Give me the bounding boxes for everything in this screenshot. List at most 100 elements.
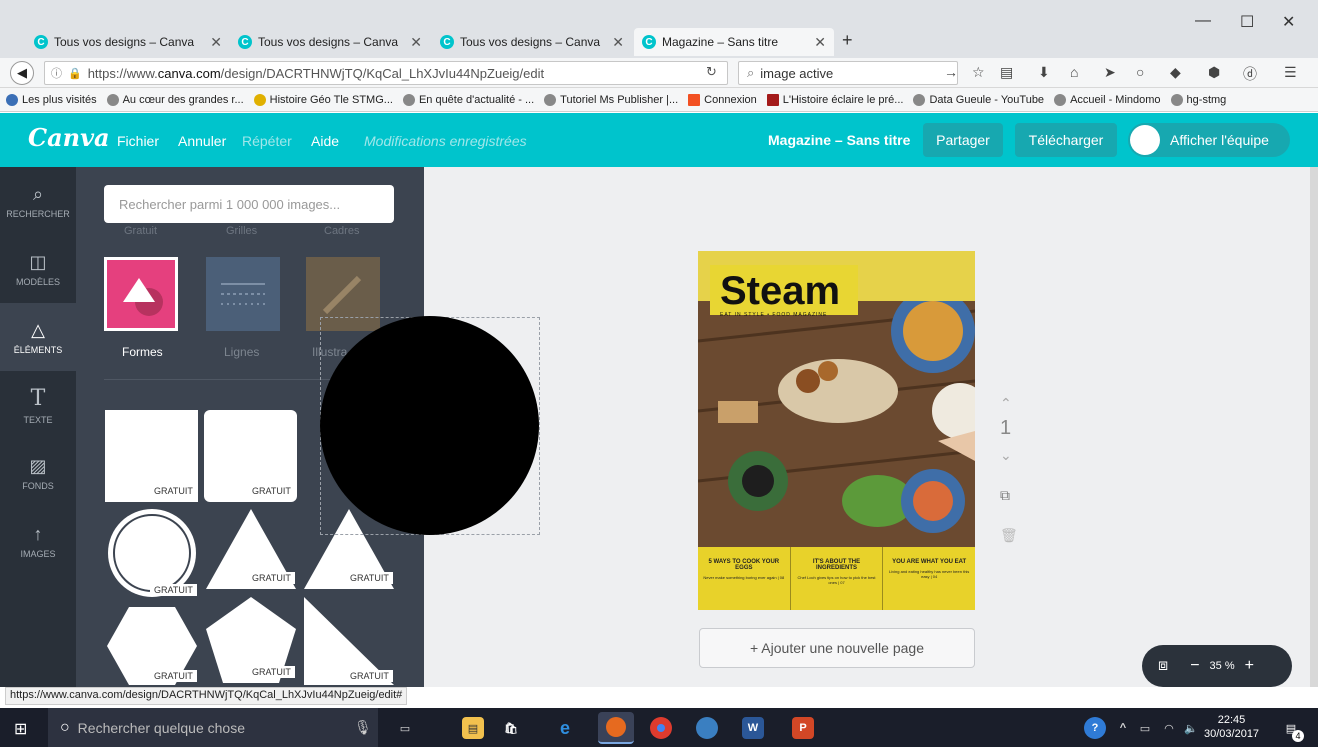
column-2[interactable]: IT'S ABOUT THE INGREDIENTS Chef Loch give… bbox=[791, 547, 884, 610]
folder-icon bbox=[6, 93, 18, 106]
sidebar-item-uploads[interactable]: ↑ IMAGES bbox=[0, 507, 76, 575]
close-tab-icon[interactable]: ✕ bbox=[612, 34, 624, 51]
home-icon[interactable]: ⌂ bbox=[1070, 64, 1078, 80]
delete-page-icon[interactable]: 🗑 bbox=[1000, 527, 1018, 544]
browser-tab[interactable]: C Tous vos designs – Canva ✕ bbox=[230, 28, 430, 56]
subtab-frames[interactable]: Cadres bbox=[324, 225, 359, 237]
presentation-icon[interactable]: ⧈ bbox=[1158, 657, 1168, 675]
close-tab-icon[interactable]: ✕ bbox=[814, 34, 826, 51]
bookmark-item[interactable]: L'Histoire éclaire le pré... bbox=[766, 93, 903, 106]
windows-start-icon[interactable]: ⊞ bbox=[14, 719, 27, 739]
category-shapes[interactable] bbox=[104, 257, 178, 331]
canva-logo[interactable]: Canva bbox=[28, 123, 110, 152]
add-page-button[interactable]: + Ajouter une nouvelle page bbox=[699, 628, 975, 668]
move-down-icon[interactable]: ⌄ bbox=[1000, 447, 1012, 464]
task-view-icon[interactable]: ▭ bbox=[394, 717, 416, 739]
magazine-page[interactable]: Steam EAT IN STYLE • FOOD MAGAZINE 5 WAY… bbox=[698, 251, 975, 610]
menu-help[interactable]: Aide bbox=[311, 133, 339, 149]
zoom-in-icon[interactable]: + bbox=[1245, 657, 1254, 675]
column-3[interactable]: YOU ARE WHAT YOU EAT Living and eating he… bbox=[883, 547, 975, 610]
volume-icon[interactable]: 🔈 bbox=[1180, 717, 1202, 739]
share-button[interactable]: Partager bbox=[923, 123, 1003, 157]
extension-icon[interactable]: ⬢ bbox=[1208, 64, 1220, 81]
close-tab-icon[interactable]: ✕ bbox=[210, 34, 222, 51]
taskbar-clock[interactable]: 22:45 30/03/2017 bbox=[1204, 713, 1259, 741]
taskbar-search[interactable]: ○ Rechercher quelque chose 🎙 bbox=[48, 708, 378, 747]
back-arrow-icon[interactable]: ◀ bbox=[10, 61, 34, 85]
cortana-icon: ○ bbox=[60, 718, 70, 736]
firefox-icon[interactable] bbox=[598, 712, 634, 744]
wifi-icon[interactable]: ◠ bbox=[1158, 717, 1180, 739]
microphone-icon[interactable]: 🎙 bbox=[354, 719, 372, 736]
menu-file[interactable]: Fichier bbox=[117, 133, 159, 149]
battery-icon[interactable]: ▭ bbox=[1134, 717, 1156, 739]
maximize-icon[interactable]: ☐ bbox=[1240, 12, 1254, 32]
duplicate-page-icon[interactable]: ⧉ bbox=[1000, 487, 1010, 504]
canva-favicon-icon: C bbox=[440, 35, 454, 49]
magazine-subtitle[interactable]: EAT IN STYLE • FOOD MAGAZINE bbox=[720, 312, 827, 318]
document-title[interactable]: Magazine – Sans titre bbox=[768, 132, 910, 148]
zoom-out-icon[interactable]: − bbox=[1190, 657, 1199, 675]
browser-tab[interactable]: C Tous vos designs – Canva ✕ bbox=[26, 28, 230, 56]
new-tab-icon[interactable]: + bbox=[842, 30, 853, 51]
info-icon[interactable]: ⓘ bbox=[51, 65, 62, 81]
send-icon[interactable]: ➤ bbox=[1104, 64, 1116, 81]
reading-list-icon[interactable]: ▤ bbox=[1000, 64, 1013, 81]
bookmark-item[interactable]: Tutoriel Ms Publisher |... bbox=[544, 93, 678, 106]
close-window-icon[interactable]: ✕ bbox=[1282, 12, 1295, 32]
edge-icon[interactable]: e bbox=[554, 717, 576, 739]
workspace-scrollbar[interactable] bbox=[1310, 167, 1318, 687]
sidebar-item-templates[interactable]: ◫ MODÈLES bbox=[0, 235, 76, 303]
move-up-icon[interactable]: ⌃ bbox=[1000, 395, 1012, 412]
bookmark-item[interactable]: Data Gueule - YouTube bbox=[913, 93, 1044, 106]
word-icon[interactable]: W bbox=[742, 717, 764, 739]
chrome-icon[interactable] bbox=[650, 717, 672, 739]
menu-icon[interactable]: ☰ bbox=[1284, 64, 1297, 81]
bookmark-item[interactable]: Au cœur des grandes r... bbox=[106, 93, 244, 106]
store-icon[interactable]: 🛍 bbox=[500, 717, 522, 739]
sidebar-item-backgrounds[interactable]: ▨ FONDS bbox=[0, 439, 76, 507]
food-photo[interactable] bbox=[698, 289, 975, 547]
category-lines[interactable] bbox=[206, 257, 280, 331]
pocket-icon[interactable]: ◆ bbox=[1170, 64, 1181, 81]
download-button[interactable]: Télécharger bbox=[1015, 123, 1117, 157]
bookmark-star-icon[interactable]: ☆ bbox=[972, 64, 985, 81]
browser-search-input[interactable]: ⌕ image active bbox=[738, 61, 958, 85]
browser-tab-active[interactable]: C Magazine – Sans titre ✕ bbox=[634, 28, 834, 56]
app-globe-icon[interactable] bbox=[696, 717, 718, 739]
support-icon[interactable]: ? bbox=[1084, 717, 1106, 739]
subtab-grids[interactable]: Grilles bbox=[226, 225, 257, 237]
close-tab-icon[interactable]: ✕ bbox=[410, 34, 422, 51]
canva-header: Canva Fichier Annuler Répéter Aide Modif… bbox=[0, 113, 1318, 167]
dragged-circle-shape[interactable] bbox=[320, 316, 539, 535]
powerpoint-icon[interactable]: P bbox=[792, 717, 814, 739]
url-bar[interactable]: ⓘ 🔒 https://www. canva.com/design/DACRTHN… bbox=[44, 61, 728, 85]
reload-icon[interactable]: ↻ bbox=[706, 64, 717, 80]
subtab-free[interactable]: Gratuit bbox=[124, 225, 157, 237]
lines-grid-icon bbox=[221, 283, 265, 305]
image-search-input[interactable]: Rechercher parmi 1 000 000 images... bbox=[104, 185, 394, 223]
addon-icon[interactable]: ⓓ bbox=[1243, 64, 1257, 84]
menu-undo[interactable]: Annuler bbox=[178, 133, 226, 149]
chevron-up-icon[interactable]: ^ bbox=[1112, 717, 1134, 739]
browser-tab[interactable]: C Tous vos designs – Canva ✕ bbox=[432, 28, 632, 56]
bookmark-item[interactable]: Les plus visités bbox=[6, 93, 97, 106]
file-explorer-icon[interactable]: ▤ bbox=[462, 717, 484, 739]
sidebar-item-search[interactable]: ⌕ RECHERCHER bbox=[0, 167, 76, 235]
bookmark-item[interactable]: hg-stmg bbox=[1170, 93, 1226, 106]
sidebar-item-text[interactable]: T TEXTE bbox=[0, 371, 76, 439]
column-1[interactable]: 5 WAYS TO COOK YOUR EGGS Never make somet… bbox=[698, 547, 791, 610]
show-team-label: Afficher l'équipe bbox=[1170, 132, 1269, 148]
menu-redo[interactable]: Répéter bbox=[242, 133, 292, 149]
bookmark-item[interactable]: Histoire Géo Tle STMG... bbox=[253, 93, 393, 106]
bookmark-item[interactable]: Connexion bbox=[688, 93, 757, 106]
magazine-title[interactable]: Steam bbox=[720, 269, 840, 314]
bookmark-item[interactable]: En quête d'actualité - ... bbox=[402, 93, 534, 106]
chat-icon[interactable]: ○ bbox=[1136, 64, 1144, 80]
download-icon[interactable]: ⬇ bbox=[1038, 64, 1050, 81]
minimize-icon[interactable]: — bbox=[1195, 12, 1211, 30]
go-arrow-icon[interactable]: → bbox=[944, 64, 958, 80]
bookmark-item[interactable]: Accueil - Mindomo bbox=[1054, 93, 1161, 106]
show-team-toggle[interactable]: Afficher l'équipe bbox=[1128, 123, 1290, 157]
sidebar-item-elements[interactable]: △ ÉLÉMENTS bbox=[0, 303, 76, 371]
